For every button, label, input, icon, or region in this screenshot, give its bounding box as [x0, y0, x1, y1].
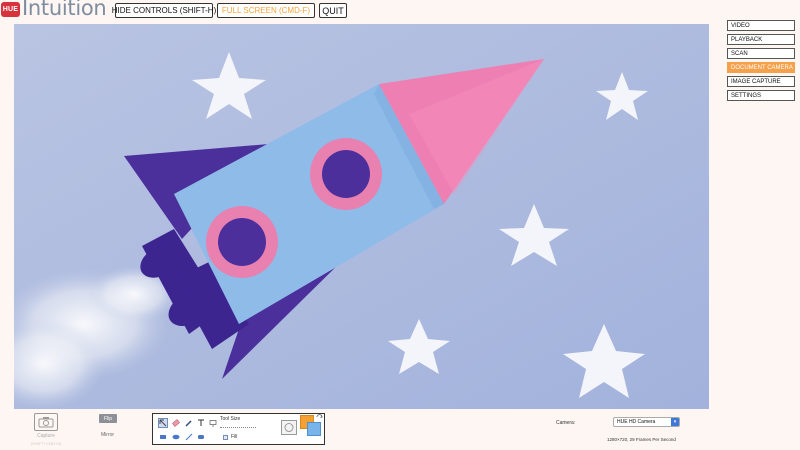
camera-resolution-info: 1280×720, 29 Frames Per Second [607, 437, 676, 442]
hide-controls-button[interactable]: HIDE CONTROLS (SHIFT-H) [112, 3, 216, 18]
app-window: HUE Intuition HIDE CONTROLS (SHIFT-H) FU… [0, 0, 800, 450]
swap-colors-icon[interactable] [316, 414, 323, 421]
bottom-toolbar [0, 410, 800, 450]
rounded-rectangle-tool-icon[interactable] [196, 432, 206, 442]
flip-button[interactable]: Flip [99, 414, 117, 423]
screen-tool-icon[interactable] [208, 418, 218, 428]
menu-item-scan[interactable]: SCAN [727, 48, 795, 59]
full-screen-button[interactable]: FULL SCREEN (CMD-F) [217, 3, 315, 18]
tool-size-slider[interactable] [220, 427, 256, 428]
fill-label: Fill [231, 434, 238, 440]
camera-feed[interactable] [14, 24, 709, 409]
menu-item-settings[interactable]: SETTINGS [727, 90, 795, 101]
menu-item-video[interactable]: VIDEO [727, 20, 795, 31]
shape-preview[interactable] [281, 420, 297, 435]
shape-preview-icon [284, 423, 294, 432]
camera-label: Camera: [556, 420, 576, 426]
camera-image [14, 24, 709, 409]
menu-item-image-capture[interactable]: IMAGE CAPTURE [727, 76, 795, 87]
rectangle-tool-icon[interactable] [158, 432, 168, 442]
capture-shortcut: (SHIFT+CMD+S) [30, 441, 62, 446]
camera-select-value: HUE HD Camera [617, 419, 656, 425]
camera-icon [38, 417, 54, 428]
eraser-tool-icon[interactable] [171, 418, 181, 428]
hue-logo: HUE [1, 2, 20, 17]
camera-select[interactable]: HUE HD Camera ▾ [613, 417, 680, 427]
line-tool-icon[interactable] [184, 432, 194, 442]
secondary-color-swatch[interactable] [307, 422, 321, 436]
menu-item-document-camera[interactable]: DOCUMENT CAMERA [727, 62, 795, 73]
app-title: Intuition [22, 0, 107, 20]
text-tool-icon[interactable] [196, 418, 206, 428]
tool-size-label: Tool Size [220, 416, 241, 422]
fill-checkbox[interactable] [223, 435, 228, 440]
ellipse-tool-icon[interactable] [171, 432, 181, 442]
mirror-button[interactable]: Mirror [101, 432, 114, 438]
menu-item-playback[interactable]: PLAYBACK [727, 34, 795, 45]
quit-button[interactable]: QUIT [319, 3, 347, 18]
pen-tool-icon[interactable] [184, 418, 194, 428]
select-tool-icon[interactable] [158, 418, 168, 428]
capture-label: Capture [37, 433, 55, 439]
capture-button[interactable] [34, 413, 58, 431]
chevron-down-icon: ▾ [671, 418, 679, 426]
mode-menu: VIDEO PLAYBACK SCAN DOCUMENT CAMERA IMAG… [727, 20, 795, 104]
